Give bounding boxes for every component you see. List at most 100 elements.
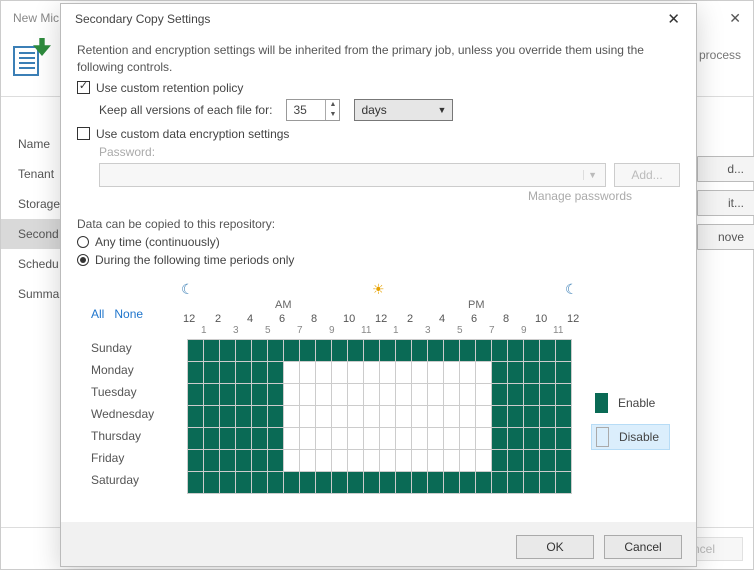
schedule-cell[interactable] xyxy=(396,449,412,471)
schedule-cell[interactable] xyxy=(556,405,572,427)
wizard-nav-item[interactable]: Tenant xyxy=(1,159,61,189)
close-icon[interactable]: ✕ xyxy=(661,8,686,30)
schedule-cell[interactable] xyxy=(476,427,492,449)
schedule-cell[interactable] xyxy=(204,471,220,493)
schedule-cell[interactable] xyxy=(492,339,508,361)
schedule-cell[interactable] xyxy=(348,471,364,493)
schedule-cell[interactable] xyxy=(236,427,252,449)
schedule-cell[interactable] xyxy=(220,383,236,405)
schedule-cell[interactable] xyxy=(332,427,348,449)
schedule-cell[interactable] xyxy=(412,471,428,493)
schedule-cell[interactable] xyxy=(460,405,476,427)
schedule-cell[interactable] xyxy=(492,361,508,383)
schedule-cell[interactable] xyxy=(348,405,364,427)
schedule-cell[interactable] xyxy=(348,361,364,383)
schedule-cell[interactable] xyxy=(444,427,460,449)
schedule-cell[interactable] xyxy=(412,449,428,471)
schedule-cell[interactable] xyxy=(380,383,396,405)
schedule-cell[interactable] xyxy=(380,339,396,361)
schedule-cell[interactable] xyxy=(492,471,508,493)
schedule-cell[interactable] xyxy=(524,471,540,493)
schedule-cell[interactable] xyxy=(332,383,348,405)
keep-unit-select[interactable]: days ▼ xyxy=(354,99,453,121)
schedule-cell[interactable] xyxy=(364,383,380,405)
schedule-cell[interactable] xyxy=(476,339,492,361)
schedule-cell[interactable] xyxy=(252,361,268,383)
schedule-cell[interactable] xyxy=(428,339,444,361)
schedule-cell[interactable] xyxy=(460,427,476,449)
schedule-cell[interactable] xyxy=(556,383,572,405)
schedule-cell[interactable] xyxy=(268,449,284,471)
schedule-cell[interactable] xyxy=(220,427,236,449)
schedule-cell[interactable] xyxy=(476,471,492,493)
schedule-cell[interactable] xyxy=(364,471,380,493)
schedule-cell[interactable] xyxy=(476,383,492,405)
schedule-cell[interactable] xyxy=(508,405,524,427)
schedule-cell[interactable] xyxy=(204,427,220,449)
schedule-cell[interactable] xyxy=(348,449,364,471)
schedule-cell[interactable] xyxy=(524,427,540,449)
schedule-cell[interactable] xyxy=(380,471,396,493)
schedule-cell[interactable] xyxy=(492,405,508,427)
side-button[interactable]: d... xyxy=(697,156,754,182)
schedule-cell[interactable] xyxy=(348,383,364,405)
schedule-cell[interactable] xyxy=(236,405,252,427)
legend-enable[interactable]: Enable xyxy=(591,390,670,416)
wizard-nav-item[interactable]: Storage xyxy=(1,189,61,219)
schedule-cell[interactable] xyxy=(252,405,268,427)
schedule-cell[interactable] xyxy=(412,339,428,361)
schedule-cell[interactable] xyxy=(268,405,284,427)
periods-radio[interactable] xyxy=(77,254,89,266)
schedule-cell[interactable] xyxy=(300,361,316,383)
schedule-cell[interactable] xyxy=(204,361,220,383)
schedule-cell[interactable] xyxy=(332,361,348,383)
schedule-cell[interactable] xyxy=(444,449,460,471)
schedule-cell[interactable] xyxy=(508,471,524,493)
select-none-link[interactable]: None xyxy=(114,307,143,321)
schedule-cell[interactable] xyxy=(524,449,540,471)
schedule-cell[interactable] xyxy=(252,339,268,361)
schedule-cell[interactable] xyxy=(364,449,380,471)
schedule-cell[interactable] xyxy=(444,339,460,361)
schedule-cell[interactable] xyxy=(300,405,316,427)
schedule-cell[interactable] xyxy=(268,427,284,449)
schedule-cell[interactable] xyxy=(204,383,220,405)
close-icon[interactable]: ✕ xyxy=(729,1,741,36)
select-all-link[interactable]: All xyxy=(91,307,104,321)
schedule-cell[interactable] xyxy=(364,361,380,383)
schedule-cell[interactable] xyxy=(412,405,428,427)
schedule-cell[interactable] xyxy=(300,427,316,449)
schedule-cell[interactable] xyxy=(508,427,524,449)
schedule-cell[interactable] xyxy=(556,471,572,493)
schedule-cell[interactable] xyxy=(492,449,508,471)
side-button[interactable]: nove xyxy=(697,224,754,250)
schedule-cell[interactable] xyxy=(332,471,348,493)
schedule-cell[interactable] xyxy=(428,471,444,493)
schedule-cell[interactable] xyxy=(300,339,316,361)
schedule-cell[interactable] xyxy=(428,449,444,471)
schedule-cell[interactable] xyxy=(204,405,220,427)
schedule-cell[interactable] xyxy=(316,405,332,427)
schedule-cell[interactable] xyxy=(444,405,460,427)
chevron-down-icon[interactable]: ▼ xyxy=(326,110,339,120)
schedule-cell[interactable] xyxy=(444,471,460,493)
legend-disable[interactable]: Disable xyxy=(591,424,670,450)
schedule-cell[interactable] xyxy=(428,361,444,383)
schedule-cell[interactable] xyxy=(268,361,284,383)
schedule-cell[interactable] xyxy=(508,383,524,405)
chevron-up-icon[interactable]: ▲ xyxy=(326,100,339,110)
schedule-cell[interactable] xyxy=(556,339,572,361)
schedule-cell[interactable] xyxy=(396,427,412,449)
schedule-cell[interactable] xyxy=(524,361,540,383)
wizard-nav-item[interactable]: Second… xyxy=(1,219,61,249)
schedule-cell[interactable] xyxy=(428,383,444,405)
cancel-button[interactable]: Cancel xyxy=(604,535,682,559)
schedule-cell[interactable] xyxy=(188,449,204,471)
schedule-cell[interactable] xyxy=(188,383,204,405)
schedule-cell[interactable] xyxy=(236,361,252,383)
schedule-cell[interactable] xyxy=(428,427,444,449)
schedule-cell[interactable] xyxy=(188,405,204,427)
schedule-cell[interactable] xyxy=(492,427,508,449)
schedule-cell[interactable] xyxy=(188,339,204,361)
schedule-cell[interactable] xyxy=(220,361,236,383)
